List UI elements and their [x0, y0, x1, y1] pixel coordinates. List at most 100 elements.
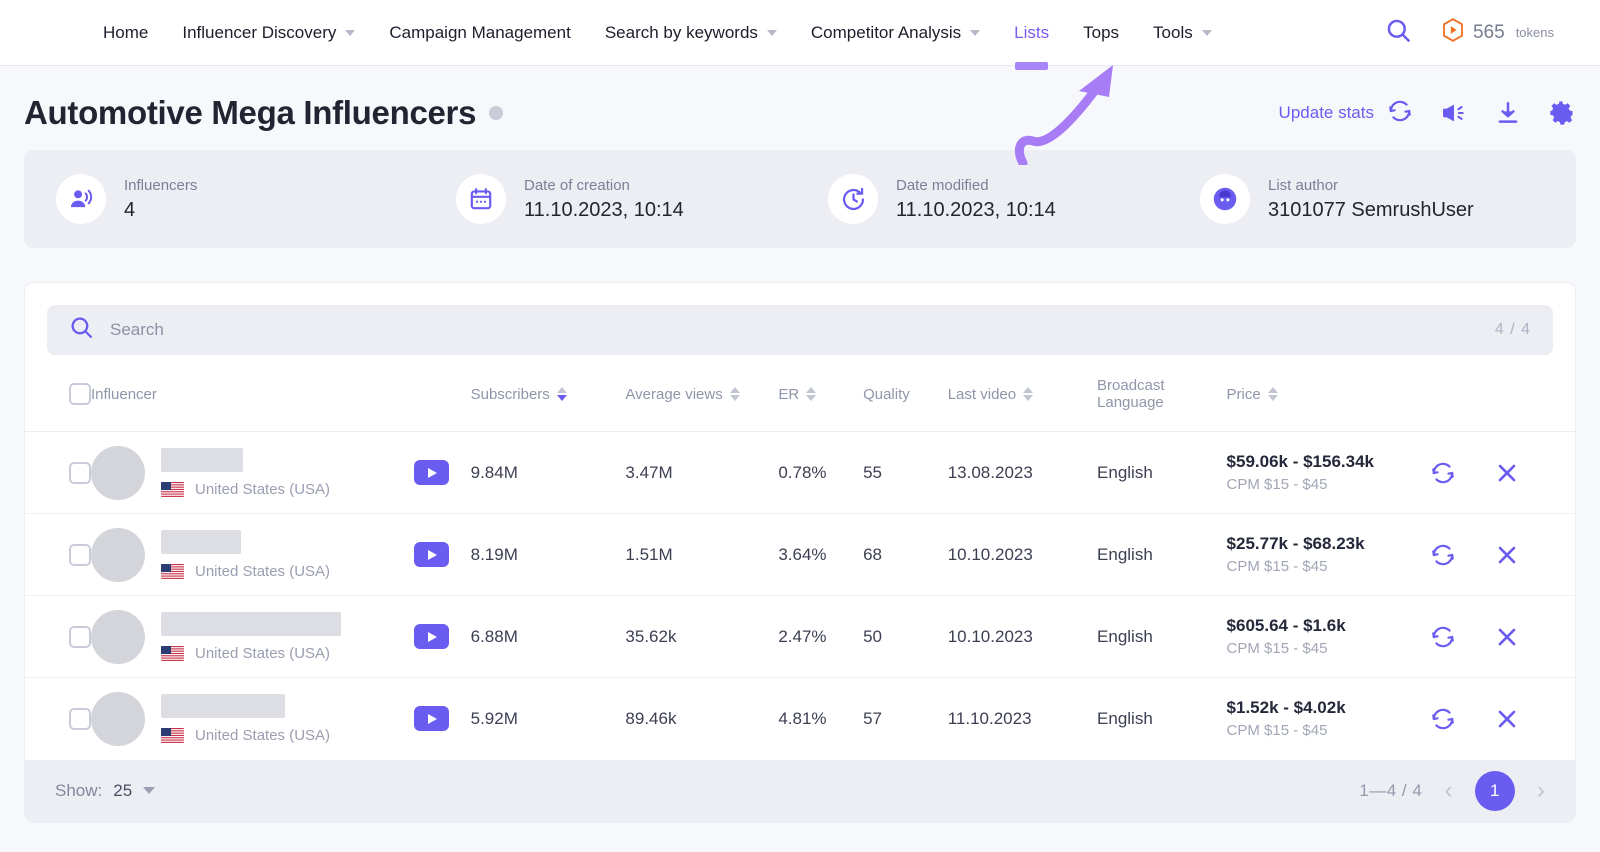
us-flag-icon: [161, 728, 184, 743]
table-row[interactable]: United States (USA) 5.92M 89.46k 4.81% 5…: [25, 678, 1575, 760]
column-quality: Quality: [863, 355, 948, 432]
price-cpm: CPM $15 - $45: [1227, 722, 1430, 739]
influencer-cell: United States (USA): [91, 678, 414, 760]
subscribers-cell: 8.19M: [471, 514, 626, 596]
influencer-name-redacted: [161, 694, 285, 718]
refresh-icon[interactable]: [1430, 624, 1456, 650]
stat-date-of-creation: Date of creation 11.10.2023, 10:14: [424, 174, 796, 224]
row-checkbox[interactable]: [69, 626, 91, 648]
stat-label: List author: [1268, 177, 1474, 194]
column-label: ER: [778, 386, 799, 403]
quality-cell: 50: [863, 596, 948, 678]
megaphone-icon[interactable]: [1440, 100, 1468, 126]
avatar: [91, 446, 145, 500]
youtube-play-icon[interactable]: [414, 706, 449, 731]
refresh-icon[interactable]: [1430, 460, 1456, 486]
previous-page-button[interactable]: ‹: [1444, 778, 1452, 803]
column-price[interactable]: Price: [1227, 355, 1430, 432]
remove-icon[interactable]: [1494, 706, 1520, 732]
sort-icon[interactable]: [557, 387, 567, 401]
stat-value: 3101077 SemrushUser: [1268, 199, 1474, 222]
nav-item-label: Competitor Analysis: [811, 23, 961, 43]
average-views-cell: 35.62k: [625, 596, 778, 678]
nav-item-influencer-discovery[interactable]: Influencer Discovery: [165, 0, 372, 66]
search-icon[interactable]: [1385, 17, 1412, 49]
update-stats-button[interactable]: Update stats: [1279, 98, 1413, 129]
price-range: $25.77k - $68.23k: [1227, 534, 1430, 554]
influencer-cell: United States (USA): [91, 596, 414, 678]
remove-icon[interactable]: [1494, 624, 1520, 650]
rows-per-page-selector[interactable]: Show: 25: [55, 781, 155, 801]
download-icon[interactable]: [1495, 100, 1521, 126]
us-flag-icon: [161, 646, 184, 661]
nav-item-competitor-analysis[interactable]: Competitor Analysis: [794, 0, 997, 66]
platform-cell: [414, 432, 470, 514]
nav-item-campaign-management[interactable]: Campaign Management: [372, 0, 587, 66]
row-select-cell: [25, 596, 91, 678]
table-row[interactable]: United States (USA) 6.88M 35.62k 2.47% 5…: [25, 596, 1575, 678]
remove-icon[interactable]: [1494, 460, 1520, 486]
nav-item-home[interactable]: Home: [86, 0, 165, 66]
row-select-cell: [25, 514, 91, 596]
user-avatar-icon: [1200, 174, 1250, 224]
search-bar[interactable]: 4 / 4: [47, 305, 1553, 355]
nav-item-label: Search by keywords: [605, 23, 758, 43]
refresh-icon[interactable]: [1430, 542, 1456, 568]
price-cell: $1.52k - $4.02k CPM $15 - $45: [1227, 678, 1430, 760]
avatar: [91, 610, 145, 664]
nav-item-lists[interactable]: Lists: [997, 0, 1066, 66]
country-label: United States (USA): [195, 645, 330, 662]
column-label: Subscribers: [471, 386, 550, 403]
refresh-icon[interactable]: [1430, 706, 1456, 732]
influencer-name-redacted: [161, 612, 341, 636]
subscribers-cell: 9.84M: [471, 432, 626, 514]
nav-item-tops[interactable]: Tops: [1066, 0, 1136, 66]
youtube-play-icon[interactable]: [414, 542, 449, 567]
remove-icon[interactable]: [1494, 542, 1520, 568]
column-er[interactable]: ER: [778, 355, 863, 432]
sort-icon[interactable]: [730, 387, 740, 401]
nav-item-label: Tops: [1083, 23, 1119, 43]
nav-item-search-by-keywords[interactable]: Search by keywords: [588, 0, 794, 66]
column-average-views[interactable]: Average views: [625, 355, 778, 432]
list-status-dot: [489, 106, 503, 120]
page-number-1[interactable]: 1: [1475, 771, 1515, 811]
average-views-cell: 3.47M: [625, 432, 778, 514]
nav-item-tools[interactable]: Tools: [1136, 0, 1229, 66]
table-row[interactable]: United States (USA) 9.84M 3.47M 0.78% 55…: [25, 432, 1575, 514]
sort-icon[interactable]: [1268, 387, 1278, 401]
row-checkbox[interactable]: [69, 544, 91, 566]
us-flag-icon: [161, 564, 184, 579]
country-label: United States (USA): [195, 481, 330, 498]
sort-icon[interactable]: [1023, 387, 1033, 401]
influencer-cell: United States (USA): [91, 432, 414, 514]
select-all-checkbox[interactable]: [69, 383, 91, 405]
last-video-cell: 10.10.2023: [948, 596, 1097, 678]
nav-right-group: 565 tokens: [1385, 17, 1554, 49]
token-counter[interactable]: 565 tokens: [1442, 18, 1554, 47]
sort-icon[interactable]: [806, 387, 816, 401]
token-hex-play-icon: [1442, 18, 1464, 47]
platform-cell: [414, 514, 470, 596]
pagination: 1—4 / 4 ‹ 1 ›: [1359, 771, 1545, 811]
next-page-button[interactable]: ›: [1537, 778, 1545, 803]
youtube-play-icon[interactable]: [414, 460, 449, 485]
table-row[interactable]: United States (USA) 8.19M 1.51M 3.64% 68…: [25, 514, 1575, 596]
token-unit-label: tokens: [1516, 25, 1554, 40]
gear-icon[interactable]: [1548, 99, 1576, 127]
youtube-play-icon[interactable]: [414, 624, 449, 649]
search-input[interactable]: [110, 320, 1495, 340]
last-video-cell: 13.08.2023: [948, 432, 1097, 514]
row-checkbox[interactable]: [69, 708, 91, 730]
column-actions: [1430, 355, 1575, 432]
show-label: Show:: [55, 781, 102, 801]
page-title: Automotive Mega Influencers: [24, 94, 476, 132]
language-cell: English: [1097, 678, 1227, 760]
subscribers-cell: 6.88M: [471, 596, 626, 678]
stat-list-author: List author 3101077 SemrushUser: [1168, 174, 1576, 224]
column-last-video[interactable]: Last video: [948, 355, 1097, 432]
column-subscribers[interactable]: Subscribers: [471, 355, 626, 432]
average-views-cell: 89.46k: [625, 678, 778, 760]
er-cell: 3.64%: [778, 514, 863, 596]
row-checkbox[interactable]: [69, 462, 91, 484]
